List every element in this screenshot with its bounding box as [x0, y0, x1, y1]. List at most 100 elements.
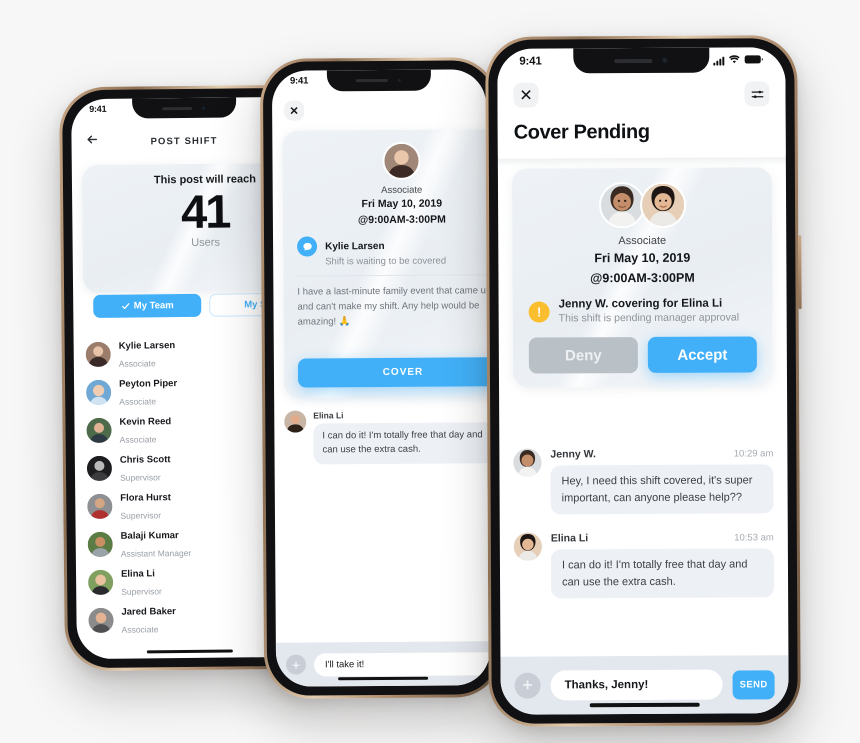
avatar [87, 531, 113, 557]
home-indicator[interactable] [589, 702, 700, 708]
person-name: Balaji Kumar [120, 530, 179, 542]
list-item-text: Kylie Larsen Associate [119, 335, 176, 372]
signal-icon [713, 56, 725, 66]
list-item-text: Jared Baker Associate [121, 601, 176, 638]
phone-screen: 9:41 ✕ Cover Pending Associate Fri May 1… [497, 47, 789, 715]
message-row: Elina Li 10:53 am I can do it! I'm total… [500, 531, 788, 599]
avatar [598, 181, 645, 229]
person-name: Flora Hurst [120, 492, 171, 504]
message-sender: Elina Li [313, 410, 344, 421]
notch [326, 69, 431, 92]
message-body: Elina Li 10:53 am I can do it! I'm total… [550, 531, 775, 599]
avatar [88, 607, 114, 633]
screenshot-stage: 9:41 POST SHIFT This post will reach 41 … [0, 0, 860, 743]
avatar [284, 410, 307, 433]
request-status-text: Kylie Larsen Shift is waiting to be cove… [325, 236, 447, 268]
status-indicators [713, 54, 763, 67]
coverage-headline: Jenny W. covering for Elina Li [558, 297, 723, 311]
request-note: I have a last-minute family event that c… [297, 274, 491, 331]
request-status-row: Kylie Larsen Shift is waiting to be cove… [297, 235, 490, 268]
person-name: Jared Baker [121, 606, 176, 618]
avatar [513, 532, 542, 561]
list-item-text: Kevin Reed Associate [119, 411, 171, 448]
app-header: ✕ Cover Pending [497, 73, 786, 156]
avatar [86, 379, 112, 405]
message-thread: Jenny W. 10:29 am Hey, I need this shift… [499, 447, 788, 617]
person-role: Supervisor [120, 510, 162, 521]
shift-time: @9:00AM-3:00PM [590, 270, 695, 285]
phone-bezel: 9:41 ✕ Associate Fri May 10, 2019 @9:00A… [262, 60, 500, 696]
speaker-grille-icon [355, 78, 388, 83]
warning-icon: ! [528, 300, 550, 323]
person-name: Peyton Piper [119, 378, 178, 390]
requester-avatar-group [296, 141, 490, 180]
pending-status-text: Jenny W. covering for Elina Li This shif… [558, 297, 740, 325]
segment-my-team[interactable]: My Team [93, 293, 202, 318]
status-time: 9:41 [89, 103, 107, 115]
accept-button[interactable]: Accept [647, 336, 757, 373]
message-input[interactable]: I'll take it! [313, 651, 491, 676]
segment-my-team-label: My Team [133, 300, 174, 312]
message-time: 10:53 am [734, 532, 774, 544]
avatar [86, 417, 112, 443]
person-name: Kevin Reed [119, 416, 172, 428]
person-role: Associate [121, 624, 159, 635]
speaker-grille-icon [162, 106, 193, 110]
request-status: Shift is waiting to be covered [325, 255, 447, 268]
message-time: 10:29 am [733, 448, 774, 460]
home-indicator[interactable] [338, 676, 429, 681]
message-row: Jenny W. 10:29 am Hey, I need this shift… [499, 447, 787, 515]
check-icon [121, 303, 129, 310]
deny-button[interactable]: Deny [528, 337, 638, 374]
chat-bubble-icon [297, 236, 318, 257]
avatar [87, 493, 113, 519]
list-item-text: Peyton Piper Associate [119, 373, 177, 410]
shift-role: Associate [381, 184, 423, 196]
list-item-text: Flora Hurst Supervisor [120, 487, 171, 524]
avatar [86, 455, 113, 481]
approval-actions: Deny Accept [528, 336, 757, 374]
page-title: Cover Pending [513, 120, 650, 144]
avatar [88, 569, 114, 595]
power-button[interactable] [798, 235, 802, 310]
status-time: 9:41 [519, 55, 542, 68]
person-role: Assistant Manager [120, 547, 192, 559]
person-role: Associate [119, 434, 157, 445]
close-icon[interactable]: ✕ [284, 100, 305, 121]
shift-role: Associate [618, 234, 667, 248]
pending-status-row: ! Jenny W. covering for Elina Li This sh… [528, 297, 757, 325]
page-title: POST SHIFT [150, 135, 218, 147]
close-icon[interactable]: ✕ [513, 82, 539, 108]
sliders-icon[interactable] [744, 81, 770, 107]
person-role: Associate [119, 396, 157, 407]
message-input[interactable]: Thanks, Jenny! [550, 669, 723, 701]
shift-date: Fri May 10, 2019 [361, 197, 443, 211]
message-bubble: I can do it! I'm totally free that day a… [313, 422, 491, 464]
coverage-note: This shift is pending manager approval [558, 311, 740, 325]
message-bubble: Hey, I need this shift covered, it's sup… [550, 464, 774, 515]
message-sender: Jenny W. [550, 448, 596, 461]
front-camera-icon [201, 105, 207, 111]
person-name: Elina Li [120, 568, 155, 580]
message-sender: Elina Li [550, 532, 589, 545]
back-arrow-icon[interactable] [85, 133, 98, 151]
plus-icon[interactable]: + [514, 672, 541, 699]
message-body: Jenny W. 10:29 am Hey, I need this shift… [550, 447, 774, 515]
plus-icon[interactable]: + [285, 654, 307, 675]
send-button[interactable]: SEND [732, 669, 775, 700]
cover-button[interactable]: COVER [297, 357, 491, 388]
message-thread: Elina Li I can do it! I'm totally free t… [274, 409, 491, 464]
message-meta: Jenny W. 10:29 am [550, 447, 773, 460]
person-role: Supervisor [119, 472, 161, 483]
message-bubble: I can do it! I'm totally free that day a… [550, 548, 775, 599]
person-role: Supervisor [121, 586, 162, 597]
front-camera-icon [661, 56, 669, 64]
phone-screen: 9:41 ✕ Associate Fri May 10, 2019 @9:00A… [271, 69, 491, 687]
message-body: Elina Li I can do it! I'm totally free t… [313, 409, 491, 464]
phone-cover-pending: 9:41 ✕ Cover Pending Associate Fri May 1… [485, 35, 802, 727]
phone-cover-request: 9:41 ✕ Associate Fri May 10, 2019 @9:00A… [259, 57, 503, 699]
message-meta: Elina Li 10:53 am [551, 531, 774, 544]
person-name: Kylie Larsen [118, 340, 176, 352]
notch [573, 47, 710, 74]
header-actions: ✕ [513, 81, 770, 108]
